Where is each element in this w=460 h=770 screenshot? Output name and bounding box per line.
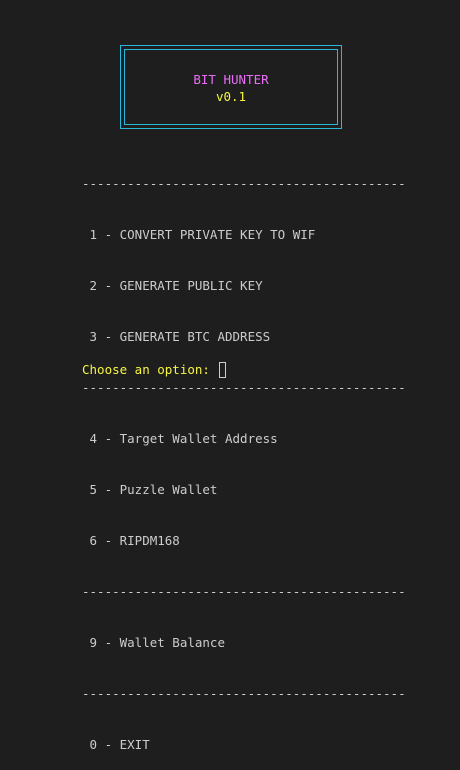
menu-item-generate-public-key: 2 - GENERATE PUBLIC KEY: [82, 278, 263, 293]
title-banner-inner-border: BIT HUNTER v0.1: [124, 49, 338, 125]
menu-separator: ----------------------------------------…: [82, 380, 406, 395]
menu-item-puzzle-wallet: 5 - Puzzle Wallet: [82, 482, 218, 497]
title-banner: BIT HUNTER v0.1: [120, 45, 342, 129]
menu-item-target-wallet: 4 - Target Wallet Address: [82, 431, 278, 446]
prompt-label: Choose an option:: [82, 362, 218, 377]
app-title: BIT HUNTER: [193, 72, 269, 87]
app-version: v0.1: [215, 89, 247, 104]
menu-separator: ----------------------------------------…: [82, 584, 406, 599]
option-prompt[interactable]: Choose an option:: [82, 361, 227, 378]
main-menu: ----------------------------------------…: [82, 141, 406, 770]
menu-separator: ----------------------------------------…: [82, 176, 406, 191]
menu-item-convert-wif: 1 - CONVERT PRIVATE KEY TO WIF: [82, 227, 316, 242]
menu-item-wallet-balance: 9 - Wallet Balance: [82, 635, 225, 650]
menu-separator: ----------------------------------------…: [82, 686, 406, 701]
menu-item-generate-btc-address: 3 - GENERATE BTC ADDRESS: [82, 329, 271, 344]
text-cursor[interactable]: [219, 361, 227, 378]
menu-item-ripdm168: 6 - RIPDM168: [82, 533, 180, 548]
menu-item-exit: 0 - EXIT: [82, 737, 150, 752]
